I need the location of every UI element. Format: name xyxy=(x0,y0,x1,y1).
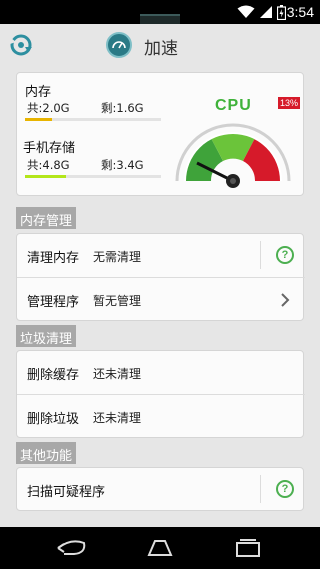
delete-junk-status: 还未清理 xyxy=(93,411,142,425)
list-item-delete-junk[interactable]: 删除垃圾 还未清理 xyxy=(17,395,305,438)
manage-apps-status: 暂无管理 xyxy=(93,294,142,308)
ram-usage-fill xyxy=(25,118,53,121)
other-functions-card: 扫描可疑程序 ? xyxy=(16,467,304,511)
help-icon[interactable]: ? xyxy=(276,246,294,264)
notification-icon xyxy=(140,14,180,24)
section-header-memory-management: 内存管理 xyxy=(16,207,77,229)
list-item-delete-cache[interactable]: 删除缓存 还未清理 xyxy=(17,351,305,394)
status-icons xyxy=(237,3,286,21)
storage-label: 手机存储 xyxy=(23,141,76,156)
storage-usage-fill xyxy=(25,175,66,178)
back-icon[interactable] xyxy=(54,535,88,561)
ram-remaining: 剩:1.6G xyxy=(101,101,144,115)
recents-icon[interactable] xyxy=(231,535,265,561)
status-bar: 3:54 xyxy=(0,0,320,24)
clean-memory-status: 无需清理 xyxy=(93,250,142,264)
row-divider-vertical xyxy=(260,475,261,503)
storage-remaining: 剩:3.4G xyxy=(101,158,144,172)
ram-usage-bar xyxy=(25,118,161,121)
section-header-junk-clean: 垃圾清理 xyxy=(16,325,77,347)
row-divider-vertical xyxy=(260,241,261,269)
signal-icon xyxy=(260,6,272,18)
chevron-right-icon xyxy=(281,293,290,307)
navigation-bar xyxy=(0,527,320,569)
memory-summary-card: 内存 共:2.0G 剩:1.6G 手机存储 共:4.8G 剩:3.4G CPU … xyxy=(16,72,304,196)
memory-management-card: 清理内存 无需清理 ? 管理程序 暂无管理 xyxy=(16,233,305,321)
refresh-icon[interactable] xyxy=(8,32,34,58)
help-icon[interactable]: ? xyxy=(276,480,294,498)
app-bar: 加速 xyxy=(0,24,320,66)
wifi-icon xyxy=(237,5,255,18)
clean-memory-label: 清理内存 xyxy=(27,251,80,266)
list-item-clean-memory[interactable]: 清理内存 无需清理 ? xyxy=(17,234,305,277)
status-time: 3:54 xyxy=(286,4,314,20)
section-header-other-functions: 其他功能 xyxy=(16,442,77,464)
cpu-label: CPU xyxy=(215,97,252,114)
junk-clean-card: 删除缓存 还未清理 删除垃圾 还未清理 xyxy=(16,350,305,438)
list-item-scan-suspicious[interactable]: 扫描可疑程序 ? xyxy=(17,468,305,511)
storage-usage-bar xyxy=(25,175,161,178)
delete-cache-status: 还未清理 xyxy=(93,367,142,381)
list-item-manage-apps[interactable]: 管理程序 暂无管理 xyxy=(17,278,305,321)
scan-suspicious-label: 扫描可疑程序 xyxy=(27,485,106,500)
ram-label: 内存 xyxy=(25,85,52,100)
cpu-percent-badge: 13% xyxy=(278,97,300,109)
battery-icon xyxy=(277,4,286,20)
page-title: 加速 xyxy=(144,39,178,59)
cpu-gauge xyxy=(175,123,291,188)
manage-apps-label: 管理程序 xyxy=(27,295,80,310)
ram-total: 共:2.0G xyxy=(27,101,70,115)
storage-total: 共:4.8G xyxy=(27,158,70,172)
delete-cache-label: 删除缓存 xyxy=(27,368,80,383)
home-icon[interactable] xyxy=(143,535,177,561)
app-icon xyxy=(106,32,132,58)
delete-junk-label: 删除垃圾 xyxy=(27,412,80,427)
